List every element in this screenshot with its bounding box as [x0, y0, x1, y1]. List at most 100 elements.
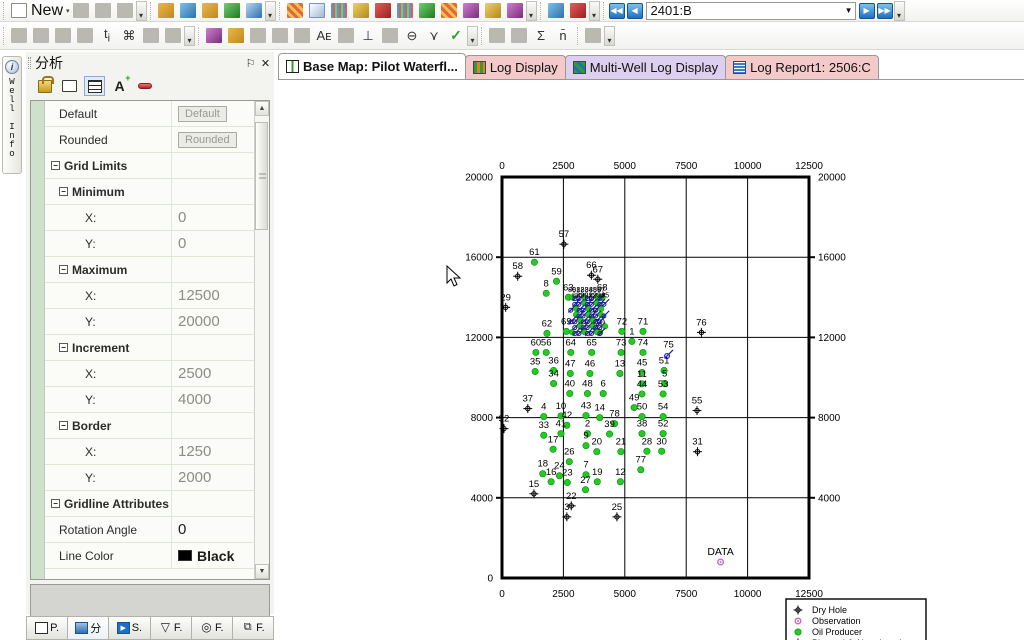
toolbar-overflow-2[interactable]: ▾ — [264, 0, 276, 21]
well-marker[interactable]: 20 — [592, 437, 603, 456]
property-row[interactable]: Default Default — [45, 101, 269, 127]
expander-icon[interactable]: − — [59, 343, 68, 352]
zoom-in-button[interactable] — [155, 1, 177, 21]
well-marker[interactable]: 25 — [612, 502, 623, 522]
property-grid-scrollbar[interactable]: ▲ ▼ — [254, 101, 269, 579]
document-tab[interactable]: Log Display — [464, 55, 566, 79]
well-marker[interactable]: 13 — [615, 358, 626, 377]
base-map-plot[interactable]: 0 2500 5000 7500 10000 125000 2500 5000 7500 1000… — [278, 81, 1024, 640]
well-marker[interactable]: 48 — [582, 379, 593, 398]
well-marker[interactable]: 19 — [592, 467, 603, 486]
panel-grip-icon[interactable] — [28, 57, 31, 69]
well-marker[interactable]: 59 — [551, 266, 562, 285]
color-fill-button[interactable] — [350, 1, 372, 21]
zoom-out-button[interactable] — [199, 1, 221, 21]
well-edit-button[interactable] — [8, 26, 30, 46]
crossplot-button[interactable] — [486, 26, 508, 46]
well-marker[interactable]: 76 — [696, 317, 707, 337]
remove-button[interactable] — [134, 76, 155, 96]
chevron-down-icon[interactable]: ▼ — [845, 6, 853, 15]
datum-button[interactable]: ⊥ — [357, 26, 379, 46]
refresh-button[interactable] — [243, 1, 265, 21]
well-marker[interactable]: 15 — [529, 479, 540, 499]
delete-curve-button[interactable]: ⌘ — [118, 26, 140, 46]
block2-button[interactable] — [269, 26, 291, 46]
new-document-button[interactable] — [8, 1, 30, 21]
well-marker[interactable]: 55 — [692, 396, 703, 416]
well-marker[interactable]: 6 — [599, 379, 607, 398]
toolbar-overflow-3[interactable]: ▾ — [525, 0, 537, 21]
well-marker[interactable]: 50 — [637, 402, 648, 421]
extra-tool-button[interactable] — [582, 26, 604, 46]
new-button-label[interactable]: New — [30, 2, 65, 20]
property-row[interactable]: − Maximum — [45, 257, 269, 283]
well-selector-combo[interactable]: 2401:B ▼ — [645, 1, 856, 20]
well-marker[interactable]: 32 — [499, 414, 510, 434]
well-cluster[interactable]: 80818283848586878889909192939495 — [568, 287, 610, 337]
nav-prev-well-button[interactable]: ◀ — [626, 2, 643, 19]
nav-last-well-button[interactable]: ▶▶ — [876, 2, 893, 19]
well-marker[interactable]: 72 — [617, 316, 628, 335]
histogram-button[interactable] — [460, 1, 482, 21]
vector-button[interactable]: ⋎ — [423, 26, 445, 46]
copy-layer-button[interactable] — [140, 26, 162, 46]
nav-next-well-button[interactable]: ▶ — [858, 2, 875, 19]
toolbar-overflow-6[interactable]: ▾ — [184, 25, 195, 46]
well-marker[interactable]: 56 — [541, 337, 552, 356]
scroll-down-button[interactable]: ▼ — [255, 564, 269, 579]
well-marker[interactable]: 74 — [638, 337, 649, 356]
property-row[interactable]: X: 12500 — [45, 283, 269, 309]
well-marker[interactable]: 4 — [540, 402, 548, 421]
well-marker[interactable]: 43 — [581, 401, 592, 420]
open-template-button[interactable] — [59, 76, 80, 96]
bubble-map-button[interactable] — [372, 1, 394, 21]
lock-properties-button[interactable] — [34, 75, 55, 96]
list-button[interactable] — [291, 26, 313, 46]
well-marker[interactable]: 47 — [565, 358, 576, 377]
text-subscript-button[interactable]: ti — [96, 26, 118, 46]
property-row[interactable]: Rounded Rounded — [45, 127, 269, 153]
pin-icon[interactable]: ⚐ — [244, 57, 257, 70]
average-button[interactable]: n̄ — [552, 26, 574, 46]
property-row[interactable]: X: 2500 — [45, 361, 269, 387]
well-marker[interactable]: 65 — [586, 337, 597, 356]
annotation-button[interactable] — [482, 1, 504, 21]
print-button[interactable] — [114, 1, 136, 21]
font-size-button[interactable]: Aᴇ — [313, 26, 335, 46]
well-marker[interactable]: 27 — [580, 475, 591, 494]
zoom-window-button[interactable] — [177, 1, 199, 21]
expander-icon[interactable]: − — [51, 499, 60, 508]
toolbar-overflow-4[interactable]: ▾ — [588, 0, 600, 21]
well-marker[interactable]: 46 — [585, 358, 596, 377]
well-marker[interactable]: 39 — [604, 419, 615, 438]
sidebar-item-well-info[interactable]: i Well Info — [2, 56, 22, 174]
property-value-button[interactable]: Rounded — [178, 131, 237, 148]
tab-analysis[interactable]: 分 — [67, 616, 109, 640]
close-icon[interactable]: ✕ — [259, 57, 272, 70]
document-tab[interactable]: Multi-Well Log Display — [564, 55, 727, 79]
scroll-thumb[interactable] — [255, 122, 268, 230]
increase-font-button[interactable]: A — [109, 73, 130, 96]
tab-files[interactable]: ⧉ F. — [231, 616, 275, 640]
well-marker[interactable]: 16 — [546, 467, 557, 486]
toolbar-overflow-5[interactable]: ▾ — [893, 0, 905, 21]
scroll-up-button[interactable]: ▲ — [255, 101, 269, 116]
base-map-button[interactable] — [328, 1, 350, 21]
multi-well-button[interactable] — [416, 1, 438, 21]
tab-filter[interactable]: ▽ F. — [149, 616, 191, 640]
well-marker[interactable]: 30 — [656, 436, 667, 455]
well-marker[interactable]: 58 — [512, 261, 523, 281]
well-marker[interactable]: 52 — [658, 419, 669, 438]
strat-column-button[interactable] — [438, 1, 460, 21]
toolbar-overflow-1[interactable]: ▾ — [135, 0, 147, 21]
tab-properties[interactable]: P. — [26, 616, 68, 640]
well-marker[interactable]: 28 — [642, 436, 653, 455]
tab-formation[interactable]: ◎ F. — [190, 616, 232, 640]
map-legend[interactable]: Dry HoleObservationOil ProducerPlugged &… — [785, 598, 927, 640]
well-marker[interactable]: 37 — [522, 394, 533, 414]
property-row[interactable]: Y: 0 — [45, 231, 269, 257]
sum-formula-button[interactable] — [545, 1, 567, 21]
property-row[interactable]: − Grid Limits — [45, 153, 269, 179]
clear-formula-button[interactable] — [567, 1, 589, 21]
property-row[interactable]: − Minimum — [45, 179, 269, 205]
